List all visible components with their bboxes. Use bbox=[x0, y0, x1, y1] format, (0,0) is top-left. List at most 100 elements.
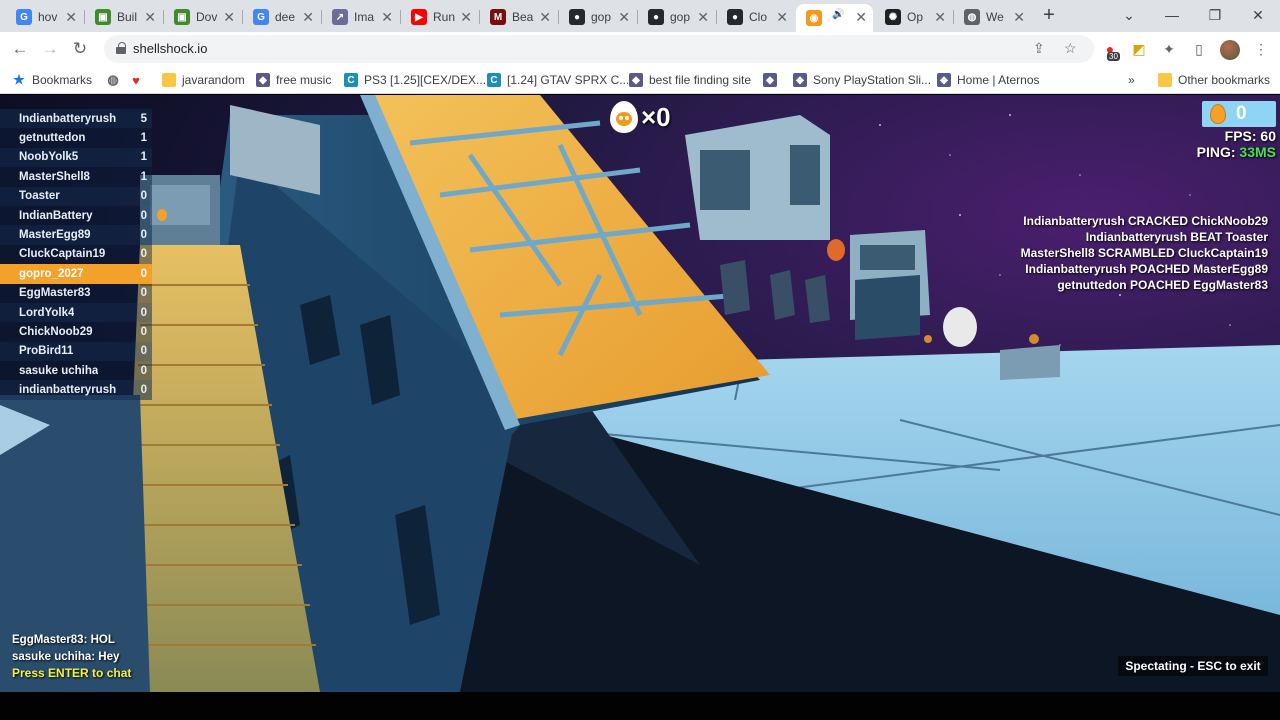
github-icon: ● bbox=[648, 9, 664, 25]
browser-tab[interactable]: ◍ We ✕ bbox=[954, 4, 1031, 30]
scoreboard-row: ProBird11 0 bbox=[0, 341, 152, 362]
browser-toolbar: ← → ↻ shellshock.io ⇪ ☆ ● ◩ ✦ ▯ ⋮ bbox=[0, 32, 1280, 66]
player-name: NoobYolk5 bbox=[19, 151, 79, 164]
player-score: 0 bbox=[140, 248, 147, 261]
close-tab-icon[interactable]: ✕ bbox=[65, 9, 77, 25]
kill-feed: Indianbatteryrush CRACKED ChickNoob29 Ind… bbox=[1021, 213, 1268, 293]
close-window-button[interactable]: ✕ bbox=[1243, 4, 1273, 26]
extension-icon[interactable]: ◩ bbox=[1130, 40, 1148, 58]
bookmark-item[interactable]: ◆ bbox=[763, 71, 783, 89]
browser-tab[interactable]: ● gop ✕ bbox=[638, 4, 715, 30]
close-tab-icon[interactable]: ✕ bbox=[934, 9, 946, 25]
lock-icon[interactable] bbox=[116, 42, 126, 54]
bookmark-star-icon[interactable]: ☆ bbox=[1064, 40, 1077, 57]
chat-hint[interactable]: Press ENTER to chat bbox=[12, 665, 131, 682]
tab-separator bbox=[637, 10, 638, 24]
address-bar[interactable]: shellshock.io ⇪ ☆ bbox=[104, 35, 1094, 63]
other-bookmarks-folder[interactable]: Other bookmarks bbox=[1158, 71, 1270, 89]
player-score: 0 bbox=[140, 209, 147, 222]
tab-title: Run bbox=[433, 10, 456, 24]
tab-strip: Ghov ✕ ▣ Buil ✕ ▣ Dov ✕ Gdee ✕ ↗ Ima ✕ ▶ Run ✕ M Bea ✕ ● gop… bbox=[0, 0, 1280, 32]
tab-title: We bbox=[986, 10, 1004, 24]
tab-separator bbox=[953, 10, 954, 24]
bookmark-item[interactable]: ◆ best file finding site bbox=[629, 71, 751, 89]
new-tab-button[interactable]: + bbox=[1038, 5, 1060, 27]
bookmark-item[interactable]: ◆ free music bbox=[256, 71, 331, 89]
scoreboard-row: NoobYolk5 1 bbox=[0, 147, 152, 168]
globe-icon: ◍ bbox=[964, 9, 980, 25]
tab-title: dee bbox=[275, 10, 296, 24]
reload-icon[interactable]: ↻ bbox=[68, 38, 92, 60]
tab-title: gop bbox=[591, 10, 612, 24]
bookmark-label: Home | Aternos bbox=[957, 73, 1040, 87]
bookmark-item[interactable]: ★ Bookmarks bbox=[12, 71, 92, 89]
forward-icon[interactable]: → bbox=[38, 38, 62, 60]
browser-tab[interactable]: ✺ Op ✕ bbox=[875, 4, 952, 30]
side-panel-icon[interactable]: ▯ bbox=[1190, 40, 1208, 58]
bookmark-label: javarandom bbox=[182, 73, 245, 87]
browser-tab[interactable]: ↗ Ima ✕ bbox=[322, 4, 399, 30]
browser-tab[interactable]: ▶ Run ✕ bbox=[401, 4, 478, 30]
tab-separator bbox=[242, 10, 243, 24]
bottom-bar bbox=[0, 692, 1280, 720]
google-icon: G bbox=[16, 9, 32, 25]
share-icon[interactable]: ⇪ bbox=[1033, 40, 1045, 57]
bookmark-item[interactable]: C [1.24] GTAV SPRX C... bbox=[487, 71, 629, 89]
chat-box: EggMaster83: HOL sasuke uchiha: Hey Press… bbox=[12, 632, 131, 682]
bookmark-item[interactable]: javarandom bbox=[162, 71, 245, 89]
browser-tab[interactable]: M Bea ✕ bbox=[480, 4, 557, 30]
player-score: 0 bbox=[140, 287, 147, 300]
maximize-button[interactable]: ❐ bbox=[1200, 4, 1230, 26]
game-viewport[interactable]: Indianbatteryrush 5 getnuttedon 1 NoobYolk5 1… bbox=[0, 95, 1280, 692]
close-tab-icon[interactable]: ✕ bbox=[539, 9, 551, 25]
bookmark-item[interactable]: ◆ Sony PlayStation Sli... bbox=[793, 71, 931, 89]
browser-tab[interactable]: ● gop ✕ bbox=[559, 4, 636, 30]
bookmark-item[interactable]: ♥ bbox=[129, 71, 149, 89]
tab-separator bbox=[321, 10, 322, 24]
google-icon: G bbox=[253, 9, 269, 25]
close-tab-icon[interactable]: ✕ bbox=[460, 9, 472, 25]
site-icon: ◆ bbox=[256, 73, 270, 87]
kill-counter: ×0 bbox=[610, 101, 671, 133]
tab-title: Ima bbox=[354, 10, 375, 24]
audio-playing-icon[interactable]: 🔊 bbox=[832, 9, 844, 20]
browser-tab[interactable]: Ghov ✕ bbox=[6, 4, 83, 30]
close-tab-icon[interactable]: ✕ bbox=[855, 9, 867, 25]
minimize-button[interactable]: — bbox=[1157, 4, 1187, 26]
close-tab-icon[interactable]: ✕ bbox=[302, 9, 314, 25]
bookmark-item[interactable]: ◍ bbox=[106, 71, 126, 89]
close-tab-icon[interactable]: ✕ bbox=[697, 9, 709, 25]
player-score: 0 bbox=[140, 345, 147, 358]
browser-tab[interactable]: ▣ Dov ✕ bbox=[164, 4, 241, 30]
browser-tab[interactable]: ● Clo ✕ bbox=[717, 4, 794, 30]
player-score: 1 bbox=[140, 151, 147, 164]
player-name: MasterEgg89 bbox=[19, 229, 91, 242]
bookmark-label: PS3 [1.25][CEX/DEX... bbox=[364, 73, 487, 87]
more-bookmarks-button[interactable]: » bbox=[1128, 71, 1135, 89]
kill-feed-entry: Indianbatteryrush POACHED MasterEgg89 bbox=[1025, 262, 1268, 276]
close-tab-icon[interactable]: ✕ bbox=[618, 9, 630, 25]
scoreboard-row: IndianBattery 0 bbox=[0, 205, 152, 226]
close-tab-icon[interactable]: ✕ bbox=[381, 9, 393, 25]
c-icon: C bbox=[487, 73, 501, 87]
m-icon: M bbox=[490, 9, 506, 25]
tab-search-icon[interactable]: ⌄ bbox=[1114, 4, 1144, 26]
back-icon[interactable]: ← bbox=[8, 38, 32, 60]
kill-feed-entry: MasterShell8 SCRAMBLED CluckCaptain19 bbox=[1020, 246, 1268, 260]
youtube-icon: ▶ bbox=[411, 9, 427, 25]
bookmark-item[interactable]: ◆ Home | Aternos bbox=[937, 71, 1040, 89]
egg-currency: 0 bbox=[1202, 101, 1276, 127]
close-tab-icon[interactable]: ✕ bbox=[223, 9, 235, 25]
player-name: gopro_2027 bbox=[19, 267, 84, 280]
extensions-puzzle-icon[interactable]: ✦ bbox=[1160, 40, 1178, 58]
extension-badge: 30 bbox=[1107, 52, 1120, 61]
browser-tab[interactable]: Gdee ✕ bbox=[243, 4, 320, 30]
bookmark-item[interactable]: C PS3 [1.25][CEX/DEX... bbox=[344, 71, 486, 89]
menu-icon[interactable]: ⋮ bbox=[1252, 40, 1270, 58]
profile-avatar[interactable] bbox=[1220, 40, 1240, 60]
browser-tab[interactable]: ▣ Buil ✕ bbox=[85, 4, 162, 30]
close-tab-icon[interactable]: ✕ bbox=[1013, 9, 1025, 25]
close-tab-icon[interactable]: ✕ bbox=[776, 9, 788, 25]
browser-tab[interactable]: ◉ 🔊 ✕ bbox=[796, 4, 873, 32]
close-tab-icon[interactable]: ✕ bbox=[144, 9, 156, 25]
